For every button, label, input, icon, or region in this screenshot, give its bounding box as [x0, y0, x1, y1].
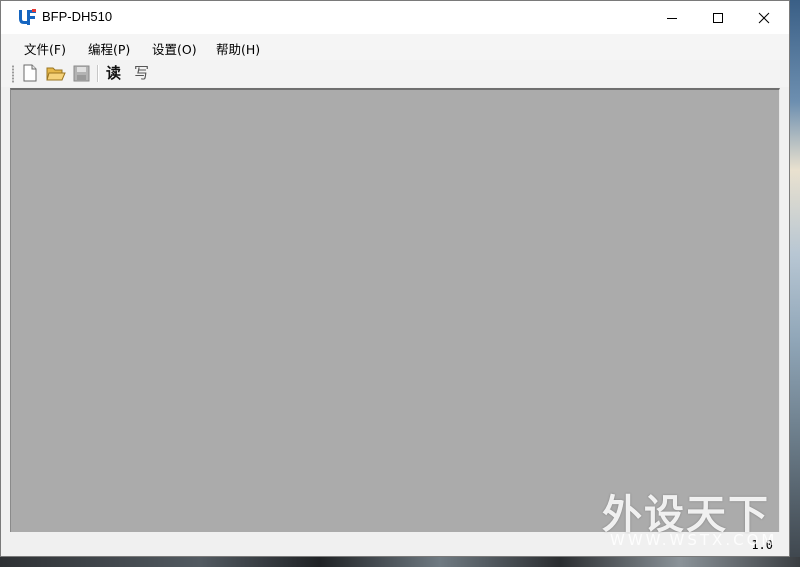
open-folder-icon — [46, 67, 66, 80]
new-file-button[interactable] — [20, 63, 40, 83]
mdi-client-area — [10, 88, 780, 532]
minimize-button[interactable] — [649, 1, 695, 34]
desktop-background-right — [790, 0, 800, 567]
title-bar[interactable]: BFP-DH510 — [1, 1, 789, 34]
menu-file[interactable]: 文件(F) — [24, 39, 66, 58]
open-button[interactable] — [46, 63, 66, 83]
menu-settings[interactable]: 设置(O) — [152, 39, 197, 58]
write-button[interactable]: 写 — [134, 63, 149, 83]
desktop-background-bottom — [0, 557, 800, 567]
menu-bar: 文件(F) 编程(P) 设置(O) 帮助(H) — [1, 34, 789, 60]
menu-help[interactable]: 帮助(H) — [216, 39, 260, 58]
app-logo-icon — [17, 9, 37, 26]
toolbar-separator — [97, 65, 99, 82]
status-bar: 1.0 — [1, 533, 789, 556]
maximize-icon — [713, 12, 723, 23]
new-file-icon — [23, 64, 37, 82]
close-button[interactable] — [741, 1, 787, 34]
read-button[interactable]: 读 — [106, 63, 121, 83]
maximize-button[interactable] — [695, 1, 741, 34]
menu-program[interactable]: 编程(P) — [88, 39, 130, 58]
toolbar-grip[interactable] — [12, 65, 14, 83]
window-title: BFP-DH510 — [42, 9, 113, 24]
app-window: BFP-DH510 文件(F) 编程(P) 设置(O) 帮助(H) 读 写 1.… — [0, 0, 790, 557]
minimize-icon — [667, 17, 677, 19]
save-disk-icon — [73, 65, 89, 81]
version-label: 1.0 — [751, 538, 773, 552]
toolbar: 读 写 — [1, 60, 789, 87]
close-icon — [758, 12, 770, 23]
save-button[interactable] — [71, 63, 91, 83]
